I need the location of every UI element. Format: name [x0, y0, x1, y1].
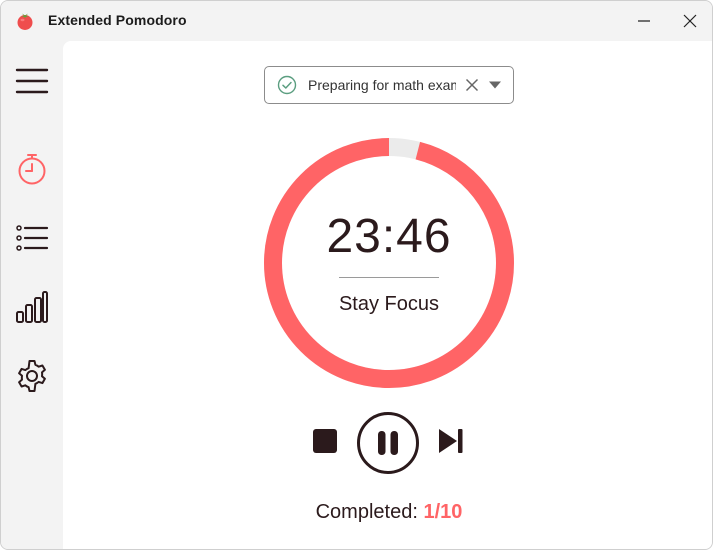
check-circle-icon — [277, 75, 297, 95]
app-title: Extended Pomodoro — [48, 12, 187, 28]
sidebar-item-settings[interactable] — [7, 351, 57, 401]
stop-icon — [313, 429, 337, 453]
timer-divider — [339, 277, 439, 278]
sidebar-item-stats[interactable] — [7, 282, 57, 332]
title-bar: Extended Pomodoro — [1, 1, 712, 41]
tomato-icon — [17, 13, 33, 30]
timer-status-label: Stay Focus — [338, 293, 440, 315]
stop-button[interactable] — [309, 425, 341, 457]
completed-summary: Completed: 1/10 — [262, 501, 516, 524]
gear-icon — [18, 360, 46, 392]
task-dropdown-button[interactable] — [486, 76, 504, 94]
close-icon — [683, 14, 697, 28]
close-window-button[interactable] — [667, 1, 712, 41]
app-window: Extended Pomodoro Preparing for math exa… — [0, 0, 713, 550]
task-selector[interactable]: Preparing for math exam — [264, 66, 514, 104]
minimize-icon — [638, 20, 650, 22]
caret-down-icon — [489, 81, 501, 89]
skip-next-icon — [439, 429, 463, 453]
timer-display: 23:46 — [326, 210, 452, 263]
pause-button[interactable] — [357, 412, 419, 474]
close-icon — [465, 78, 479, 92]
skip-button[interactable] — [435, 425, 467, 457]
completed-label: Completed: — [315, 501, 418, 523]
list-icon — [16, 225, 49, 251]
pause-icon — [357, 412, 419, 474]
sidebar-menu-button[interactable] — [7, 56, 57, 106]
task-clear-button[interactable] — [463, 76, 481, 94]
completed-count: 1/10 — [423, 501, 463, 523]
sidebar-nav — [1, 41, 63, 549]
task-name: Preparing for math exam — [308, 77, 456, 93]
sidebar-item-timer[interactable] — [7, 144, 57, 194]
hamburger-menu-icon — [15, 68, 49, 94]
minimize-button[interactable] — [621, 1, 667, 41]
bar-chart-icon — [16, 291, 48, 323]
sidebar-item-tasks[interactable] — [7, 213, 57, 263]
main-panel: Preparing for math exam 23:46 Stay Focus — [63, 41, 712, 549]
stopwatch-icon — [18, 154, 46, 185]
